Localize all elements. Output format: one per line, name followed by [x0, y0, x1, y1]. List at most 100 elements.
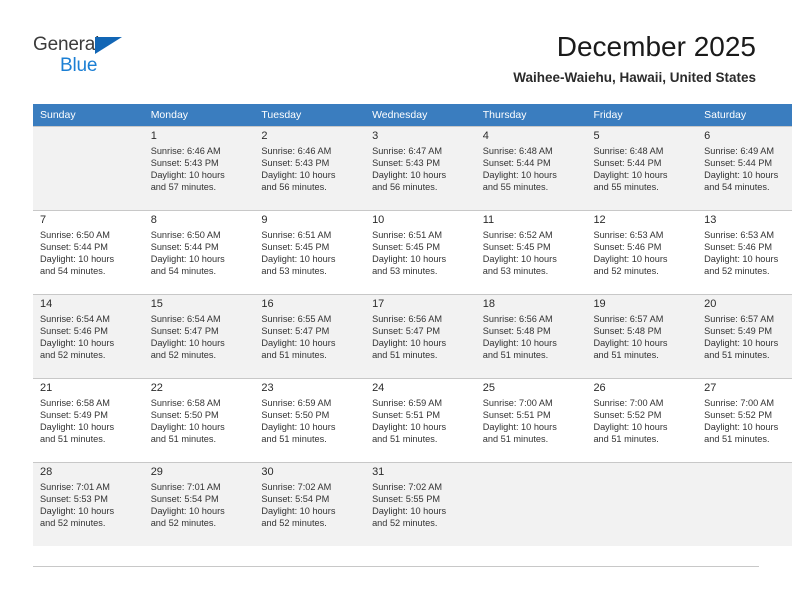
daylight-text-line1: Daylight: 10 hours [704, 338, 779, 349]
calendar-day-cell[interactable]: 21 Sunrise: 6:58 AM Sunset: 5:49 PM Dayligh… [33, 378, 144, 462]
day-number: 24 [372, 382, 385, 394]
day-cell-inner: 28 Sunrise: 7:01 AM Sunset: 5:53 PM Dayligh… [33, 462, 144, 546]
page-header: General Blue December 2025 Waihee-Waiehu… [0, 0, 792, 100]
calendar-body: 1 Sunrise: 6:46 AM Sunset: 5:43 PM Daylight… [33, 126, 792, 546]
day-cell-inner: 17 Sunrise: 6:56 AM Sunset: 5:47 PM Dayligh… [365, 294, 476, 378]
calendar-day-cell[interactable]: 15 Sunrise: 6:54 AM Sunset: 5:47 PM Dayligh… [143, 294, 255, 378]
day-number [697, 463, 792, 480]
day-sun-info: Sunrise: 6:56 AM Sunset: 5:47 PM Daylight:… [365, 312, 476, 361]
day-sun-info: Sunrise: 6:53 AM Sunset: 5:46 PM Daylight:… [586, 228, 697, 277]
sunset-text: Sunset: 5:46 PM [40, 326, 108, 337]
calendar-day-cell[interactable]: 6 Sunrise: 6:49 AM Sunset: 5:44 PM Daylight… [697, 126, 792, 210]
calendar-day-cell[interactable]: 2 Sunrise: 6:46 AM Sunset: 5:43 PM Daylight… [254, 126, 366, 210]
daylight-text-line2: and 51 minutes. [482, 434, 549, 445]
daylight-text-line2: and 56 minutes. [261, 182, 327, 193]
calendar-day-cell[interactable]: 28 Sunrise: 7:01 AM Sunset: 5:53 PM Dayligh… [33, 462, 144, 546]
sunset-text: Sunset: 5:44 PM [150, 242, 219, 253]
day-sun-info: Sunrise: 6:59 AM Sunset: 5:51 PM Daylight:… [365, 396, 476, 445]
calendar-day-cell[interactable]: 8 Sunrise: 6:50 AM Sunset: 5:44 PM Daylight… [143, 210, 255, 294]
daylight-text-line2: and 52 minutes. [593, 266, 659, 277]
daylight-text-line2: and 51 minutes. [482, 350, 549, 361]
sunrise-text: Sunrise: 6:50 AM [40, 230, 110, 240]
daylight-text-line1: Daylight: 10 hours [261, 254, 336, 265]
sunrise-text: Sunrise: 6:49 AM [704, 146, 775, 156]
calendar-day-cell[interactable]: 19 Sunrise: 6:57 AM Sunset: 5:48 PM Dayligh… [586, 294, 698, 378]
page-title: December 2025 [556, 31, 756, 62]
calendar-day-cell-empty [33, 126, 144, 210]
sunrise-text: Sunrise: 6:46 AM [261, 146, 332, 156]
day-sun-info: Sunrise: 6:50 AM Sunset: 5:44 PM Daylight:… [33, 228, 144, 277]
sunset-text: Sunset: 5:47 PM [372, 326, 440, 337]
weekday-header-sunday: Sunday [33, 104, 144, 126]
day-number: 28 [40, 466, 53, 478]
daylight-text-line2: and 53 minutes. [372, 266, 438, 277]
calendar-day-cell[interactable]: 25 Sunrise: 7:00 AM Sunset: 5:51 PM Dayligh… [475, 378, 587, 462]
day-sun-info: Sunrise: 7:01 AM Sunset: 5:53 PM Daylight:… [33, 480, 144, 529]
calendar-header-row: Sunday Monday Tuesday Wednesday Thursday… [33, 104, 792, 126]
sunset-text: Sunset: 5:45 PM [261, 242, 330, 253]
day-sun-info: Sunrise: 6:54 AM Sunset: 5:46 PM Daylight:… [33, 312, 144, 361]
sunrise-text: Sunrise: 7:00 AM [482, 398, 553, 408]
sunrise-text: Sunrise: 6:54 AM [150, 314, 221, 324]
calendar-day-cell[interactable]: 9 Sunrise: 6:51 AM Sunset: 5:45 PM Daylight… [254, 210, 366, 294]
calendar-day-cell[interactable]: 29 Sunrise: 7:01 AM Sunset: 5:54 PM Dayligh… [143, 462, 255, 546]
calendar-day-cell[interactable]: 27 Sunrise: 7:00 AM Sunset: 5:52 PM Dayligh… [697, 378, 792, 462]
daylight-text-line2: and 51 minutes. [150, 434, 217, 445]
sunrise-text: Sunrise: 6:58 AM [40, 398, 110, 408]
sunrise-text: Sunrise: 6:58 AM [150, 398, 221, 408]
day-cell-inner: 14 Sunrise: 6:54 AM Sunset: 5:46 PM Dayligh… [33, 294, 144, 378]
daylight-text-line2: and 52 minutes. [40, 518, 106, 529]
daylight-text-line1: Daylight: 10 hours [372, 422, 447, 433]
calendar-day-cell[interactable]: 14 Sunrise: 6:54 AM Sunset: 5:46 PM Dayligh… [33, 294, 144, 378]
daylight-text-line2: and 51 minutes. [704, 434, 770, 445]
day-sun-info: Sunrise: 7:02 AM Sunset: 5:55 PM Daylight:… [365, 480, 476, 529]
daylight-text-line1: Daylight: 10 hours [261, 422, 336, 433]
day-cell-inner: 16 Sunrise: 6:55 AM Sunset: 5:47 PM Dayligh… [254, 294, 366, 378]
calendar-day-cell[interactable]: 11 Sunrise: 6:52 AM Sunset: 5:45 PM Dayligh… [475, 210, 587, 294]
calendar-day-cell[interactable]: 18 Sunrise: 6:56 AM Sunset: 5:48 PM Dayligh… [475, 294, 587, 378]
day-cell-inner [475, 462, 587, 546]
sunset-text: Sunset: 5:51 PM [372, 410, 440, 421]
calendar-day-cell[interactable]: 13 Sunrise: 6:53 AM Sunset: 5:46 PM Dayligh… [697, 210, 792, 294]
day-number [33, 127, 144, 144]
calendar-day-cell[interactable]: 17 Sunrise: 6:56 AM Sunset: 5:47 PM Dayligh… [365, 294, 476, 378]
daylight-text-line1: Daylight: 10 hours [482, 422, 557, 433]
calendar-day-cell[interactable]: 16 Sunrise: 6:55 AM Sunset: 5:47 PM Dayligh… [254, 294, 366, 378]
day-number: 16 [261, 298, 274, 310]
day-sun-info: Sunrise: 6:53 AM Sunset: 5:46 PM Daylight:… [697, 228, 792, 277]
sunrise-text: Sunrise: 6:59 AM [372, 398, 443, 408]
sunset-text: Sunset: 5:55 PM [372, 494, 440, 505]
daylight-text-line2: and 54 minutes. [704, 182, 770, 193]
day-cell-inner: 4 Sunrise: 6:48 AM Sunset: 5:44 PM Daylight… [475, 126, 587, 210]
sunrise-text: Sunrise: 6:55 AM [261, 314, 332, 324]
sunset-text: Sunset: 5:52 PM [593, 410, 662, 421]
day-cell-inner: 13 Sunrise: 6:53 AM Sunset: 5:46 PM Dayligh… [697, 210, 792, 294]
calendar-day-cell[interactable]: 22 Sunrise: 6:58 AM Sunset: 5:50 PM Dayligh… [143, 378, 255, 462]
calendar-day-cell[interactable]: 4 Sunrise: 6:48 AM Sunset: 5:44 PM Daylight… [475, 126, 587, 210]
calendar-day-cell[interactable]: 5 Sunrise: 6:48 AM Sunset: 5:44 PM Daylight… [586, 126, 698, 210]
day-sun-info: Sunrise: 6:58 AM Sunset: 5:50 PM Daylight:… [144, 396, 255, 445]
generalblue-logo[interactable]: General Blue [33, 34, 153, 80]
day-number: 14 [40, 298, 53, 310]
calendar-week-row: 28 Sunrise: 7:01 AM Sunset: 5:53 PM Dayligh… [33, 462, 792, 546]
day-number [586, 463, 697, 480]
calendar-day-cell[interactable]: 20 Sunrise: 6:57 AM Sunset: 5:49 PM Dayligh… [697, 294, 792, 378]
calendar-day-cell[interactable]: 26 Sunrise: 7:00 AM Sunset: 5:52 PM Dayligh… [586, 378, 698, 462]
sunrise-text: Sunrise: 6:56 AM [482, 314, 553, 324]
day-number: 2 [261, 130, 268, 142]
calendar-day-cell[interactable]: 12 Sunrise: 6:53 AM Sunset: 5:46 PM Dayligh… [586, 210, 698, 294]
daylight-text-line1: Daylight: 10 hours [593, 338, 668, 349]
calendar-day-cell[interactable]: 30 Sunrise: 7:02 AM Sunset: 5:54 PM Dayligh… [254, 462, 366, 546]
calendar-day-cell[interactable]: 1 Sunrise: 6:46 AM Sunset: 5:43 PM Daylight… [143, 126, 255, 210]
day-number: 9 [261, 214, 268, 226]
day-cell-inner: 2 Sunrise: 6:46 AM Sunset: 5:43 PM Daylight… [254, 126, 366, 210]
calendar-day-cell[interactable]: 23 Sunrise: 6:59 AM Sunset: 5:50 PM Dayligh… [254, 378, 366, 462]
calendar-day-cell[interactable]: 7 Sunrise: 6:50 AM Sunset: 5:44 PM Daylight… [33, 210, 144, 294]
calendar-day-cell[interactable]: 31 Sunrise: 7:02 AM Sunset: 5:55 PM Dayligh… [365, 462, 476, 546]
day-sun-info: Sunrise: 6:57 AM Sunset: 5:49 PM Daylight:… [697, 312, 792, 361]
daylight-text-line1: Daylight: 10 hours [372, 506, 447, 517]
calendar-day-cell[interactable]: 3 Sunrise: 6:47 AM Sunset: 5:43 PM Daylight… [365, 126, 476, 210]
daylight-text-line2: and 52 minutes. [150, 350, 217, 361]
calendar-day-cell[interactable]: 10 Sunrise: 6:51 AM Sunset: 5:45 PM Dayligh… [365, 210, 476, 294]
calendar-day-cell[interactable]: 24 Sunrise: 6:59 AM Sunset: 5:51 PM Dayligh… [365, 378, 476, 462]
